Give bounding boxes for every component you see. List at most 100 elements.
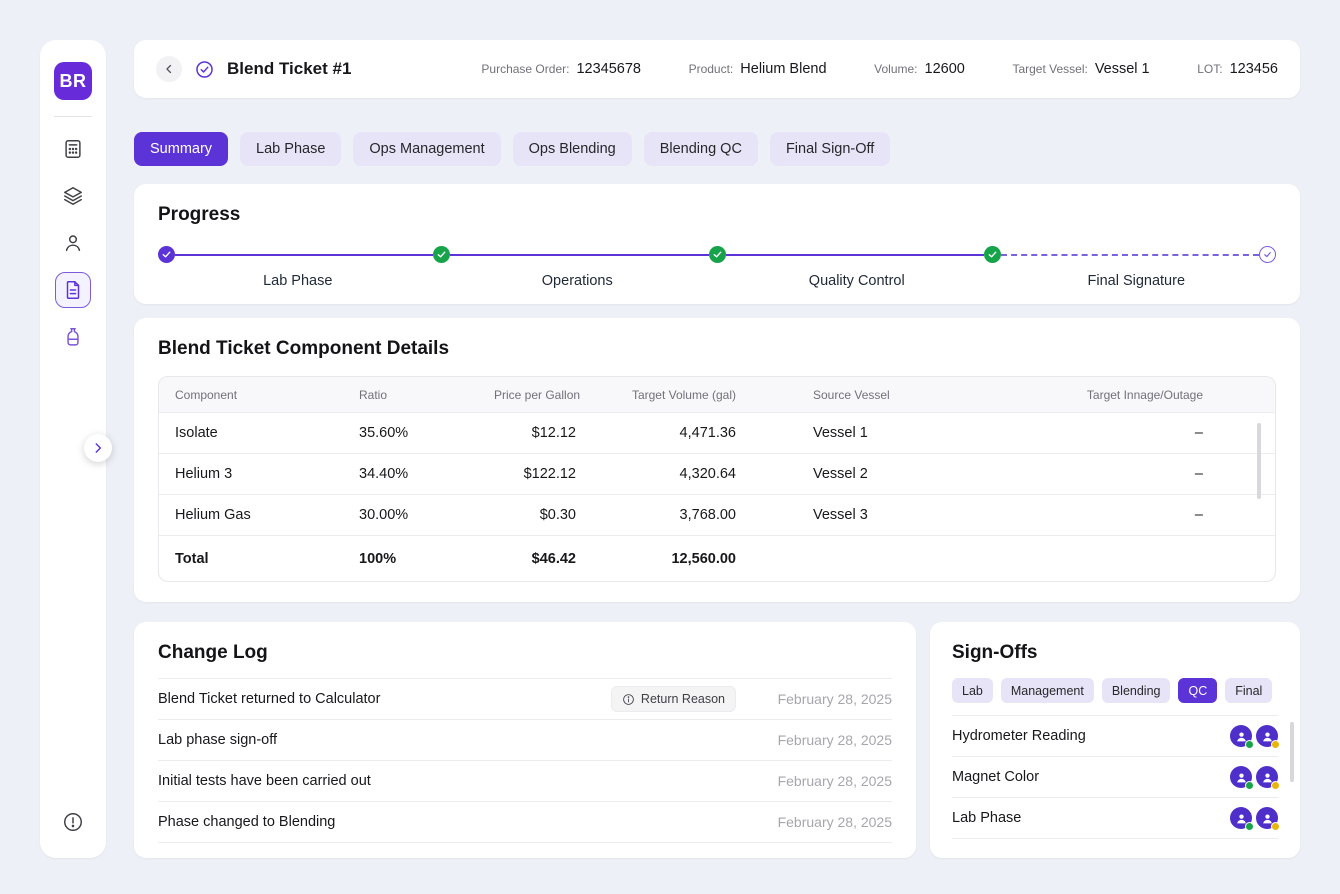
info-icon xyxy=(622,693,635,706)
cell-price: $122.12 xyxy=(479,466,591,482)
cell-innage-outage: – xyxy=(1051,507,1275,523)
signer-avatar[interactable] xyxy=(1230,807,1252,829)
step-node-final-pending xyxy=(1259,246,1276,263)
field-label: LOT: xyxy=(1197,62,1222,76)
cell-innage-outage: – xyxy=(1051,425,1275,441)
sign-off-item: Lab Phase xyxy=(952,798,1278,839)
ticket-header: Blend Ticket #1 Purchase Order: 12345678… xyxy=(134,40,1300,98)
entry-text: Lab phase sign-off xyxy=(158,732,277,748)
step-label-lab-phase: Lab Phase xyxy=(158,273,438,289)
filter-lab[interactable]: Lab xyxy=(952,678,993,703)
sidebar-item-layers[interactable] xyxy=(55,178,91,214)
field-label: Product: xyxy=(689,62,734,76)
sidebar-item-calculator[interactable] xyxy=(55,131,91,167)
status-badge-pending xyxy=(1271,822,1280,831)
step-label-operations: Operations xyxy=(438,273,718,289)
signer-avatar[interactable] xyxy=(1256,725,1278,747)
back-button[interactable] xyxy=(156,56,182,82)
cell-component: Helium 3 xyxy=(159,466,344,482)
document-icon xyxy=(62,279,84,301)
table-row: Isolate 35.60% $12.12 4,471.36 Vessel 1 … xyxy=(159,413,1275,454)
vessel-icon xyxy=(62,326,84,348)
col-target-volume: Target Volume (gal) xyxy=(591,388,751,402)
field-target-vessel: Target Vessel: Vessel 1 xyxy=(1012,61,1149,77)
table-header-row: Component Ratio Price per Gallon Target … xyxy=(159,377,1275,413)
change-log-card: Change Log Blend Ticket returned to Calc… xyxy=(134,622,916,858)
status-badge-pending xyxy=(1271,740,1280,749)
cell-source-vessel: Vessel 2 xyxy=(751,466,1051,482)
component-details-card: Blend Ticket Component Details Component… xyxy=(134,318,1300,602)
filter-blending[interactable]: Blending xyxy=(1102,678,1171,703)
entry-date: February 28, 2025 xyxy=(762,814,892,830)
sign-offs-card: Sign-Offs Lab Management Blending QC Fin… xyxy=(930,622,1300,858)
ticket-tabs: Summary Lab Phase Ops Management Ops Ble… xyxy=(134,132,890,166)
step-connector xyxy=(450,254,708,256)
tab-lab-phase[interactable]: Lab Phase xyxy=(240,132,341,166)
entry-date: February 28, 2025 xyxy=(762,773,892,789)
step-connector-pending xyxy=(1001,254,1259,256)
signer-avatar[interactable] xyxy=(1230,725,1252,747)
status-badge-approved xyxy=(1245,822,1254,831)
field-label: Volume: xyxy=(874,62,917,76)
sign-off-label: Hydrometer Reading xyxy=(952,728,1086,744)
change-log-title: Change Log xyxy=(158,642,892,664)
field-volume: Volume: 12600 xyxy=(874,61,965,77)
signer-avatar[interactable] xyxy=(1230,766,1252,788)
app-logo: BR xyxy=(54,62,92,100)
chevron-left-icon xyxy=(162,62,176,76)
status-badge-approved xyxy=(1245,740,1254,749)
entry-text: Initial tests have been carried out xyxy=(158,773,371,789)
filter-qc[interactable]: QC xyxy=(1178,678,1217,703)
field-value: 12345678 xyxy=(576,61,641,77)
alert-circle-icon xyxy=(62,811,84,833)
cell-price: $0.30 xyxy=(479,507,591,523)
sign-off-filters: Lab Management Blending QC Final xyxy=(952,678,1278,703)
entry-date: February 28, 2025 xyxy=(762,691,892,707)
field-lot: LOT: 123456 xyxy=(1197,61,1278,77)
sign-off-item: Hydrometer Reading xyxy=(952,716,1278,757)
cell-volume: 4,320.64 xyxy=(591,466,751,482)
sidebar-item-vessels[interactable] xyxy=(55,319,91,355)
step-label-final-signature: Final Signature xyxy=(997,273,1277,289)
sign-offs-title: Sign-Offs xyxy=(952,642,1278,664)
sign-off-avatars xyxy=(1230,807,1278,829)
sidebar-item-blend-tickets[interactable] xyxy=(55,272,91,308)
layers-icon xyxy=(62,185,84,207)
field-purchase-order: Purchase Order: 12345678 xyxy=(481,61,641,77)
cell-total-price: $46.42 xyxy=(479,551,591,567)
progress-stepper xyxy=(158,246,1276,263)
sign-offs-scrollbar[interactable] xyxy=(1290,722,1294,782)
entry-text: Blend Ticket returned to Calculator xyxy=(158,691,380,707)
calculator-icon xyxy=(62,138,84,160)
entry-text: Phase changed to Blending xyxy=(158,814,335,830)
tab-final-sign-off[interactable]: Final Sign-Off xyxy=(770,132,890,166)
sign-off-label: Lab Phase xyxy=(952,810,1021,826)
cell-total-volume: 12,560.00 xyxy=(591,551,751,567)
tab-ops-blending[interactable]: Ops Blending xyxy=(513,132,632,166)
sidebar-expand-button[interactable] xyxy=(84,434,112,462)
filter-management[interactable]: Management xyxy=(1001,678,1094,703)
field-product: Product: Helium Blend xyxy=(689,61,827,77)
tab-ops-management[interactable]: Ops Management xyxy=(353,132,500,166)
tab-blending-qc[interactable]: Blending QC xyxy=(644,132,758,166)
tab-summary[interactable]: Summary xyxy=(134,132,228,166)
sidebar-item-users[interactable] xyxy=(55,225,91,261)
step-label-quality-control: Quality Control xyxy=(717,273,997,289)
table-scrollbar[interactable] xyxy=(1257,423,1261,499)
field-value: Helium Blend xyxy=(740,61,826,77)
filter-final[interactable]: Final xyxy=(1225,678,1272,703)
sign-off-avatars xyxy=(1230,766,1278,788)
step-node-qc-done xyxy=(984,246,1001,263)
change-log-entry: Initial tests have been carried out Febr… xyxy=(158,761,892,802)
field-value: Vessel 1 xyxy=(1095,61,1150,77)
table-row: Helium 3 34.40% $122.12 4,320.64 Vessel … xyxy=(159,454,1275,495)
sign-off-avatars xyxy=(1230,725,1278,747)
return-reason-button[interactable]: Return Reason xyxy=(611,686,736,712)
sidebar-footer-alert[interactable] xyxy=(62,811,84,838)
component-details-title: Blend Ticket Component Details xyxy=(158,338,1276,360)
user-icon xyxy=(62,232,84,254)
cell-ratio: 34.40% xyxy=(344,466,479,482)
cell-total-label: Total xyxy=(159,551,344,567)
signer-avatar[interactable] xyxy=(1256,766,1278,788)
signer-avatar[interactable] xyxy=(1256,807,1278,829)
